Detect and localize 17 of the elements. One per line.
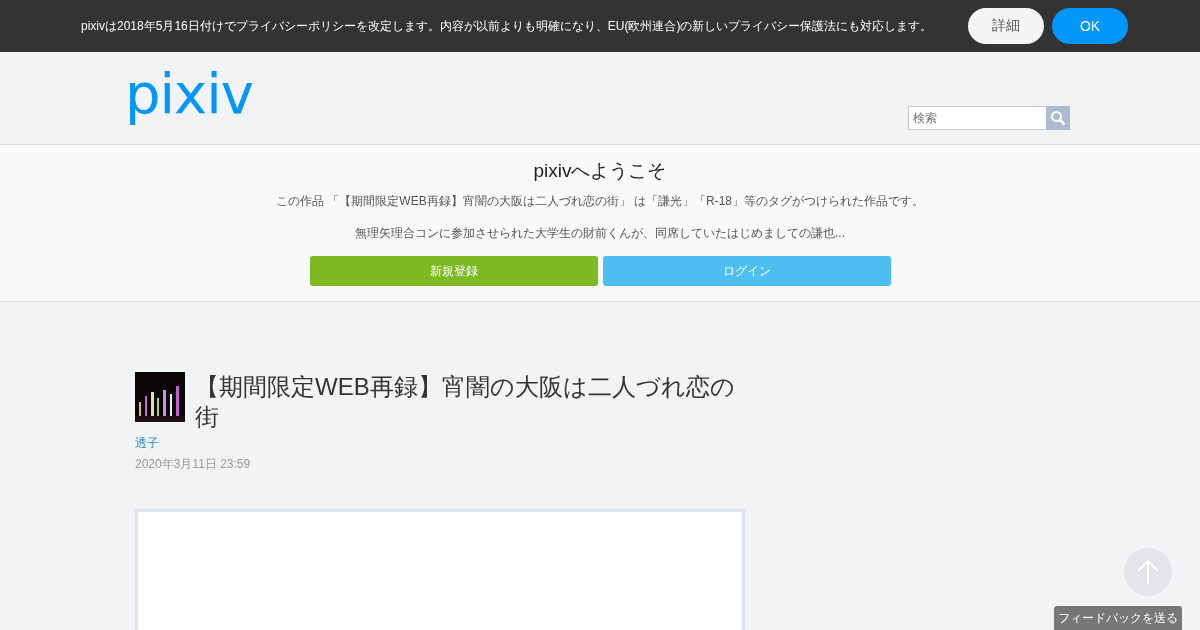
login-button[interactable]: ログイン [602,256,891,286]
post-date: 2020年3月11日 23:59 [135,456,252,473]
work-summary: 無理矢理合コンに参加させられた大学生の財前くんが、同席していたはじめましての謙也... [355,225,845,242]
work-title: 【期間限定WEB再録】宵闇の大阪は二人づれ恋の街 [195,372,736,432]
welcome-title: pixivへようこそ [533,159,667,183]
up-arrow-icon [1136,559,1160,585]
ok-button[interactable]: OK [1052,8,1128,44]
notice-text: pixivは2018年5月16日付けでプライバシーポリシーを改定します。内容が以前よりも明確になり、EU(欧州連合)の新しいプライバシー保護法にも対応します。 [81,17,934,35]
details-button[interactable]: 詳細 [968,8,1044,44]
feedback-button[interactable]: フィードバックを送る [1054,606,1182,630]
search-icon [1050,110,1066,126]
work-description: この作品 「【期間限定WEB再録】宵闇の大阪は二人づれ恋の街」 は「謙光」「R-18」等のタグがつけられた作品です。 [276,193,924,210]
signup-button[interactable]: 新規登録 [309,256,598,286]
author-link[interactable]: 透子 [135,435,159,452]
search-button[interactable] [1046,106,1070,130]
back-to-top-button[interactable] [1124,548,1172,596]
search-field[interactable]: 検索 [908,106,1046,130]
